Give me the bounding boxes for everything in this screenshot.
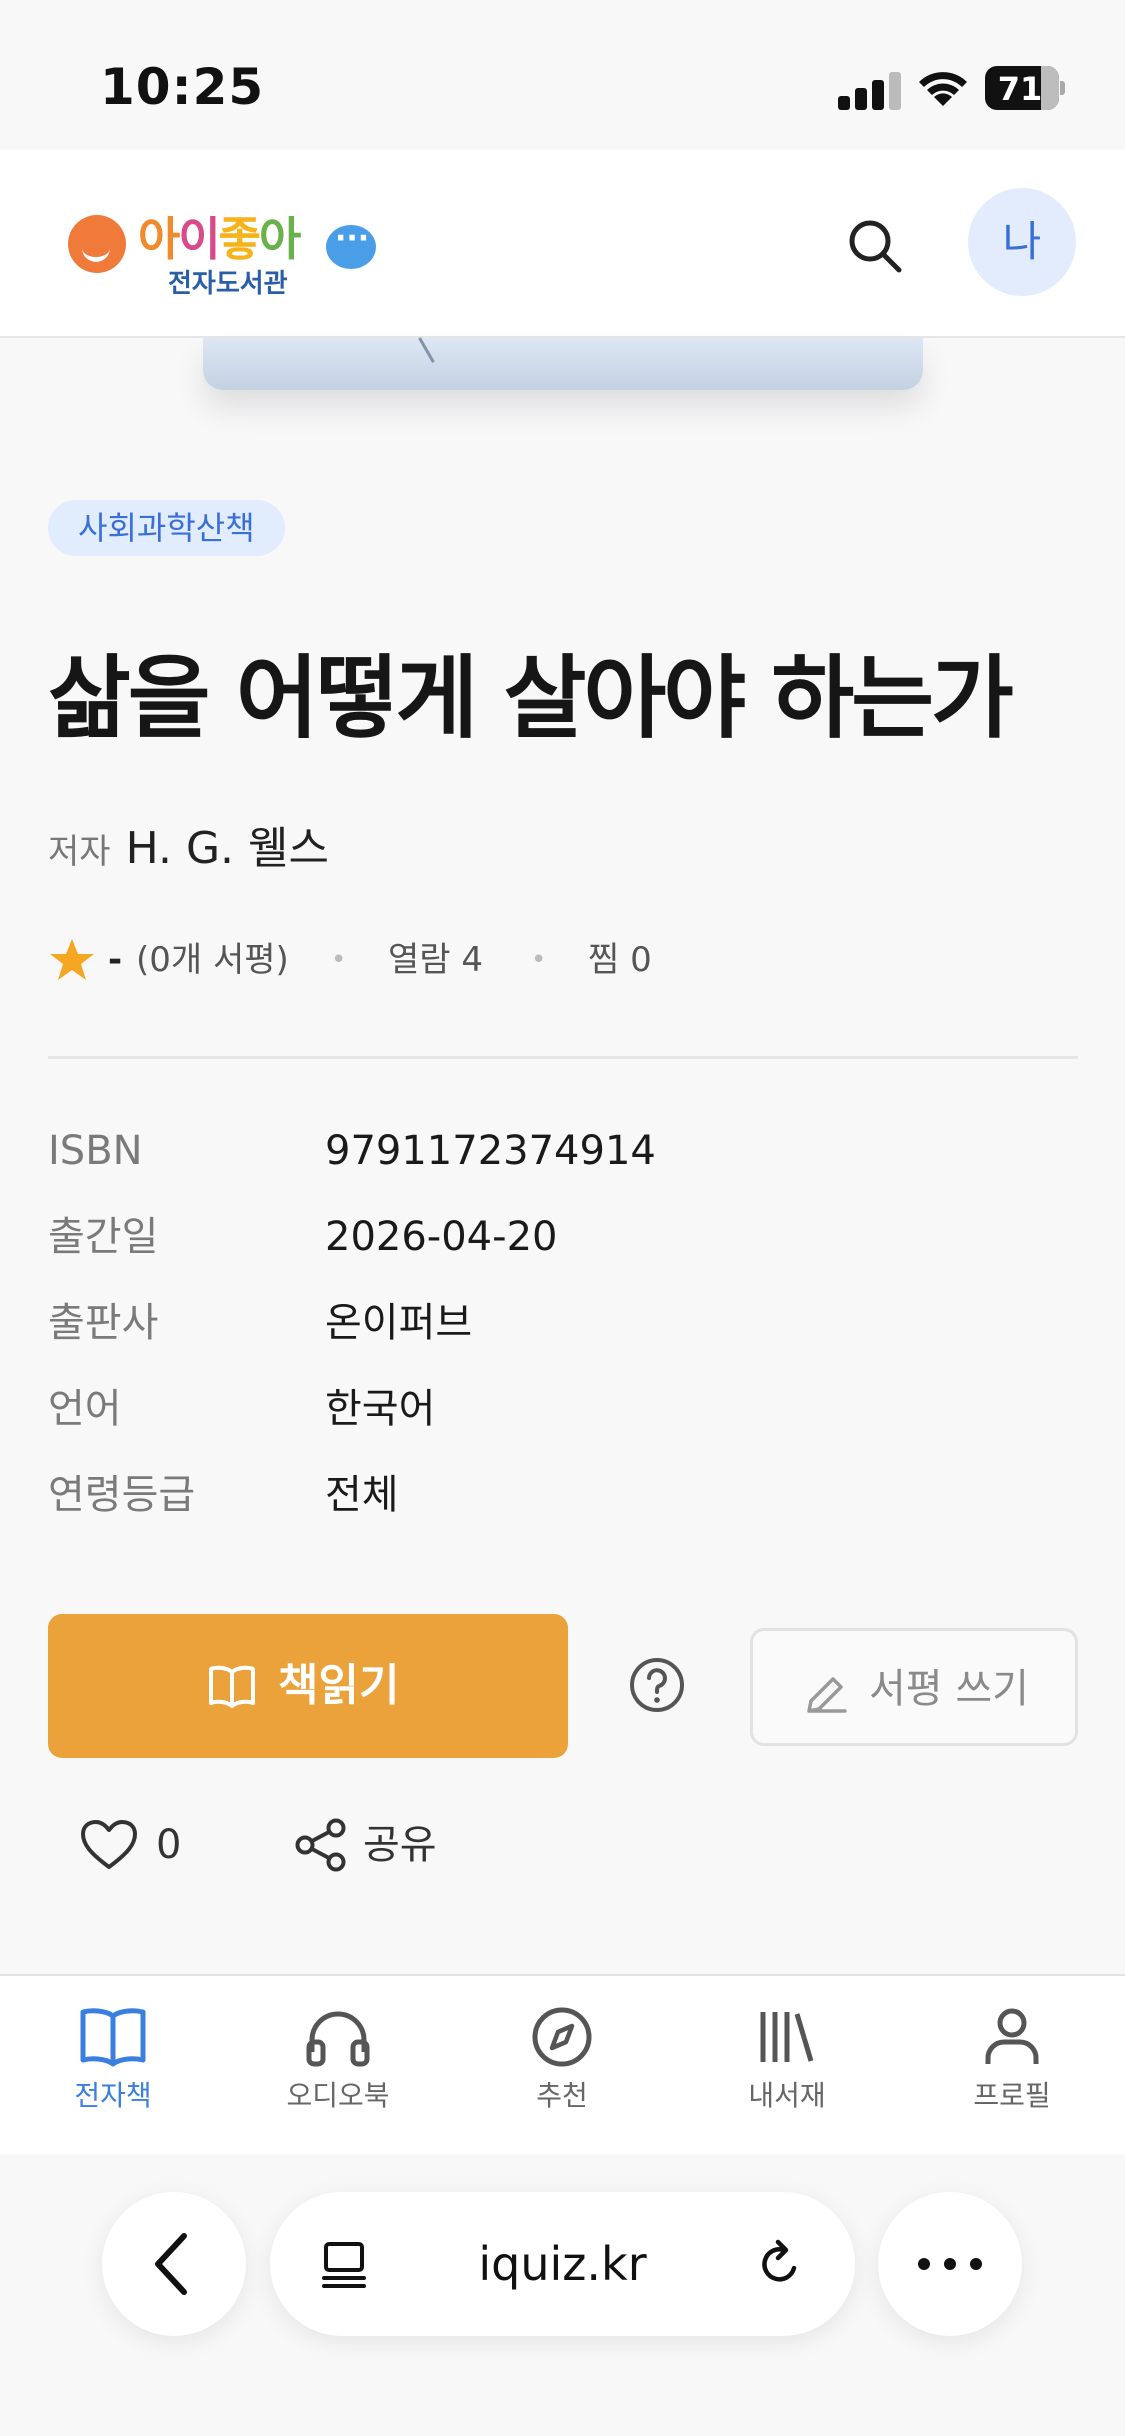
tab-audiobook[interactable]: 오디오북 bbox=[258, 2006, 418, 2136]
app-header: 아이좋아 전자도서관 나 bbox=[0, 150, 1125, 338]
chat-bubble-logo-icon bbox=[326, 221, 376, 269]
author-label: 저자 bbox=[48, 832, 111, 872]
compass-icon bbox=[532, 2007, 592, 2067]
detail-value: 9791172374914 bbox=[325, 1128, 656, 1174]
tab-label: 프로필 bbox=[973, 2079, 1051, 2112]
like-count: 0 bbox=[156, 1822, 182, 1868]
logo-subtitle: 전자도서관 bbox=[168, 269, 288, 299]
tab-label: 추천 bbox=[536, 2079, 588, 2112]
book-title: 삶을 어떻게 살아야 하는가 bbox=[48, 646, 1014, 751]
detail-label: 언어 bbox=[48, 1386, 122, 1432]
reload-icon[interactable] bbox=[754, 2238, 806, 2290]
tab-ebook[interactable]: 전자책 bbox=[33, 2006, 193, 2136]
tab-label: 오디오북 bbox=[286, 2079, 390, 2112]
share-icon bbox=[295, 1818, 346, 1872]
star-icon bbox=[50, 939, 94, 980]
detail-label: ISBN bbox=[48, 1128, 143, 1174]
detail-value: 온이퍼브 bbox=[325, 1300, 473, 1346]
more-options-icon bbox=[918, 2258, 982, 2270]
help-icon[interactable] bbox=[628, 1656, 686, 1714]
separator-dot: • bbox=[331, 945, 347, 975]
wifi-icon bbox=[919, 72, 967, 106]
url-bar[interactable]: iquiz.kr bbox=[270, 2192, 855, 2336]
cellular-signal-icon bbox=[838, 70, 901, 110]
avatar[interactable]: 나 bbox=[968, 188, 1076, 296]
book-cover-image bbox=[203, 337, 923, 390]
person-icon bbox=[985, 2008, 1039, 2064]
category-tag[interactable]: 사회과학산책 bbox=[48, 500, 285, 556]
like-stat: 찜 0 bbox=[588, 940, 652, 980]
chevron-left-icon bbox=[155, 2233, 187, 2295]
read-book-label: 책읽기 bbox=[278, 1660, 400, 1711]
pencil-icon bbox=[807, 1677, 847, 1713]
author-name[interactable]: H. G. 웰스 bbox=[126, 823, 329, 874]
detail-value: 한국어 bbox=[325, 1386, 436, 1432]
read-book-button[interactable]: 책읽기 bbox=[48, 1614, 568, 1758]
browser-more-button[interactable] bbox=[878, 2192, 1022, 2336]
tab-label: 전자책 bbox=[74, 2079, 152, 2112]
author-line: 저자 H. G. 웰스 bbox=[48, 812, 329, 876]
detail-value: 전체 bbox=[325, 1472, 399, 1518]
browser-back-button[interactable] bbox=[102, 2192, 246, 2336]
heart-icon bbox=[81, 1820, 137, 1869]
app-logo[interactable]: 아이좋아 전자도서관 bbox=[68, 185, 398, 305]
battery-level: 71 bbox=[997, 70, 1043, 108]
tab-profile[interactable]: 프로필 bbox=[932, 2006, 1092, 2136]
write-review-label: 서평 쓰기 bbox=[869, 1666, 1029, 1712]
detail-label: 연령등급 bbox=[48, 1472, 196, 1518]
library-icon bbox=[760, 2012, 814, 2062]
status-time: 10:25 bbox=[100, 58, 265, 116]
open-book-icon bbox=[80, 2008, 146, 2067]
battery-icon: 71 bbox=[985, 66, 1065, 110]
tab-label: 내서재 bbox=[748, 2079, 826, 2112]
view-count: 열람 4 bbox=[388, 940, 483, 980]
rating-value: - bbox=[108, 940, 123, 980]
review-count[interactable]: (0개 서평) bbox=[136, 935, 289, 985]
browser-toolbar: iquiz.kr bbox=[0, 2154, 1125, 2436]
detail-value: 2026-04-20 bbox=[325, 1214, 558, 1260]
divider bbox=[48, 1056, 1078, 1059]
status-bar: 10:25 71 bbox=[0, 0, 1125, 150]
logo-title: 아이좋아 bbox=[138, 212, 301, 266]
bottom-tab-bar: 전자책 오디오북 추천 내서재 프로필 bbox=[0, 1974, 1125, 2154]
write-review-button[interactable]: 서평 쓰기 bbox=[750, 1628, 1078, 1746]
share-button[interactable]: 공유 bbox=[293, 1815, 443, 1875]
like-button[interactable]: 0 bbox=[80, 1815, 200, 1875]
smiley-logo-icon bbox=[68, 215, 126, 273]
tab-recommend[interactable]: 추천 bbox=[482, 2006, 642, 2136]
search-icon[interactable] bbox=[845, 216, 905, 276]
share-label: 공유 bbox=[363, 1822, 437, 1868]
separator-dot: • bbox=[531, 945, 547, 975]
tab-my-library[interactable]: 내서재 bbox=[707, 2006, 867, 2136]
open-book-icon bbox=[209, 1665, 255, 1708]
detail-label: 출판사 bbox=[48, 1300, 159, 1346]
detail-label: 출간일 bbox=[48, 1214, 159, 1260]
headphones-icon bbox=[306, 2011, 370, 2067]
